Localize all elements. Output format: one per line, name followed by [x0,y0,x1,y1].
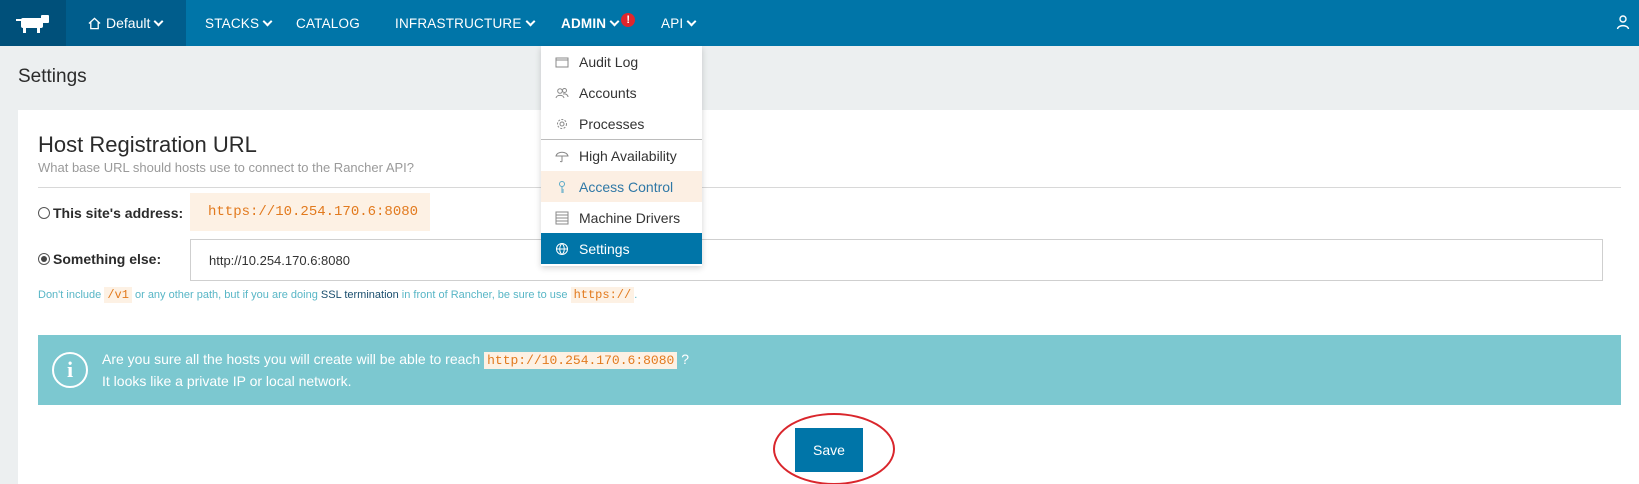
nav-admin[interactable]: ADMIN ! [561,0,636,46]
menu-item-access-control[interactable]: Access Control [541,171,702,202]
menu-item-audit-log[interactable]: Audit Log [541,46,702,77]
nav-catalog-label: CATALOG [296,15,360,31]
help-text: Don't include /v1 or any other path, but… [38,287,638,303]
chevron-down-icon [609,16,620,26]
environment-label: Default [106,15,151,31]
nav-infrastructure[interactable]: INFRASTRUCTURE [395,0,536,46]
info-text: Are you sure all the hosts you will crea… [102,351,485,367]
menu-item-processes[interactable]: Processes [541,108,702,139]
chevron-down-icon [686,16,697,26]
home-icon [88,17,101,29]
code-https: https:// [570,287,635,303]
accounts-icon [555,88,569,99]
info-url: http://10.254.170.6:8080 [484,352,678,369]
annotation-circle [773,413,895,484]
site-address-value: https://10.254.170.6:8080 [190,193,430,231]
nav-catalog[interactable]: CATALOG [296,0,360,46]
menu-item-label: Settings [579,240,630,257]
nav-admin-label: ADMIN [561,15,607,31]
nav-infrastructure-label: INFRASTRUCTURE [395,15,522,31]
chevron-down-icon [525,16,536,26]
help-text-part: Don't include [38,289,105,301]
menu-item-high-availability[interactable]: High Availability [541,140,702,171]
menu-item-label: High Availability [579,147,677,164]
machine-drivers-icon [555,211,569,225]
menu-item-machine-drivers[interactable]: Machine Drivers [541,202,702,233]
menu-item-label: Accounts [579,84,637,101]
rancher-logo[interactable] [0,0,66,46]
environment-switcher[interactable]: Default [66,0,186,46]
info-banner: i Are you sure all the hosts you will cr… [38,335,1621,405]
code-v1: /v1 [104,287,132,303]
high-availability-icon [555,151,569,163]
menu-item-label: Machine Drivers [579,209,681,226]
menu-item-accounts[interactable]: Accounts [541,77,702,108]
rancher-cow-icon [16,15,49,33]
divider [38,187,1621,188]
nav-api-label: API [661,15,684,31]
admin-dropdown-menu: Audit Log Accounts Processes High Availa… [541,46,702,266]
menu-item-settings[interactable]: Settings [541,233,702,264]
chevron-down-icon [262,16,273,26]
section-subtitle: What base URL should hosts use to connec… [38,160,415,175]
radio-site-address[interactable] [38,207,50,219]
custom-url-input[interactable] [190,239,1603,281]
nav-api[interactable]: API [661,0,697,46]
processes-icon [557,119,567,129]
radio-something-else[interactable] [38,253,50,265]
menu-item-label: Access Control [579,178,674,195]
radio-site-address-label: This site's address: [53,205,184,221]
help-text-part: in front of Rancher, be sure to use [398,289,571,301]
menu-item-label: Processes [579,115,645,132]
info-message-line1: Are you sure all the hosts you will crea… [102,351,690,369]
help-text-part: or any other path, but if you are doing [131,289,321,301]
ssl-termination-link[interactable]: SSL termination [321,289,399,301]
access-control-icon [559,181,565,193]
radio-something-else-label: Something else: [53,251,162,267]
menu-item-label: Audit Log [579,53,639,70]
info-message-line2: It looks like a private IP or local netw… [102,373,352,389]
help-text-part: . [634,289,638,301]
nav-stacks-label: STACKS [205,15,260,31]
page-title: Settings [18,66,87,87]
top-nav: Default STACKS CATALOG INFRASTRUCTURE AD… [0,0,1639,46]
info-icon: i [52,352,88,388]
user-icon[interactable] [1615,14,1631,30]
alert-badge: ! [621,13,636,27]
info-text: ? [677,351,690,367]
chevron-down-icon [153,16,164,26]
audit-log-icon [555,57,569,68]
nav-stacks[interactable]: STACKS [205,0,273,46]
settings-icon [556,243,568,256]
section-title: Host Registration URL [38,132,257,157]
